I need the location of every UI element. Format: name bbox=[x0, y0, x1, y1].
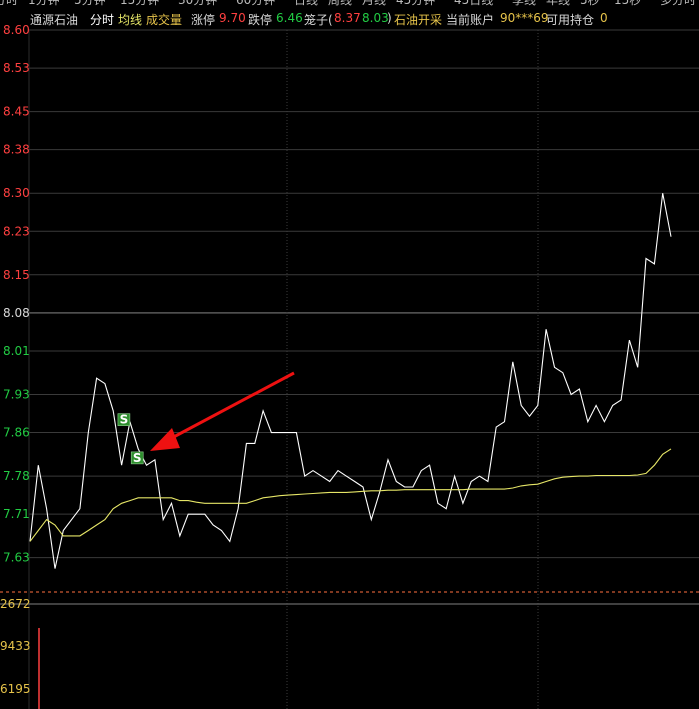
price-tick-label: 7.93 bbox=[3, 387, 30, 401]
price-tick-label: 7.78 bbox=[3, 469, 30, 483]
price-tick-label: 8.08 bbox=[3, 306, 30, 320]
price-axis: 8.60 8.53 8.45 8.38 8.30 8.23 8.15 8.08 8.01 7.93… bbox=[3, 23, 30, 565]
volume-tick-label: 2672 bbox=[0, 597, 31, 611]
price-tick-label: 7.71 bbox=[3, 507, 30, 521]
volume-tick-label: 9433 bbox=[0, 639, 31, 653]
price-tick-label: 8.60 bbox=[3, 23, 30, 37]
sell-marker[interactable]: S bbox=[130, 451, 144, 465]
series-layer bbox=[29, 193, 672, 569]
sell-marker-label: S bbox=[133, 451, 142, 465]
price-tick-label: 8.01 bbox=[3, 344, 30, 358]
avg-price-line bbox=[29, 448, 672, 542]
volume-panel: 2672 9433 6195 bbox=[0, 597, 40, 709]
price-tick-label: 7.86 bbox=[3, 426, 30, 440]
sell-marker-label: S bbox=[120, 413, 129, 427]
marker-layer[interactable]: SS bbox=[117, 413, 144, 465]
sell-marker[interactable]: S bbox=[117, 413, 131, 427]
annotation-arrow bbox=[150, 371, 295, 451]
price-tick-label: 7.63 bbox=[3, 551, 30, 565]
price-line bbox=[29, 193, 672, 569]
price-tick-label: 8.23 bbox=[3, 224, 30, 238]
price-tick-label: 8.30 bbox=[3, 186, 30, 200]
price-tick-label: 8.15 bbox=[3, 268, 30, 282]
price-tick-label: 8.53 bbox=[3, 61, 30, 75]
price-tick-label: 8.38 bbox=[3, 143, 30, 157]
intraday-chart[interactable]: 8.60 8.53 8.45 8.38 8.30 8.23 8.15 8.08 8.01 7.93… bbox=[0, 0, 699, 709]
volume-tick-label: 6195 bbox=[0, 682, 31, 696]
chart-grid bbox=[0, 29, 699, 709]
price-tick-label: 8.45 bbox=[3, 105, 30, 119]
